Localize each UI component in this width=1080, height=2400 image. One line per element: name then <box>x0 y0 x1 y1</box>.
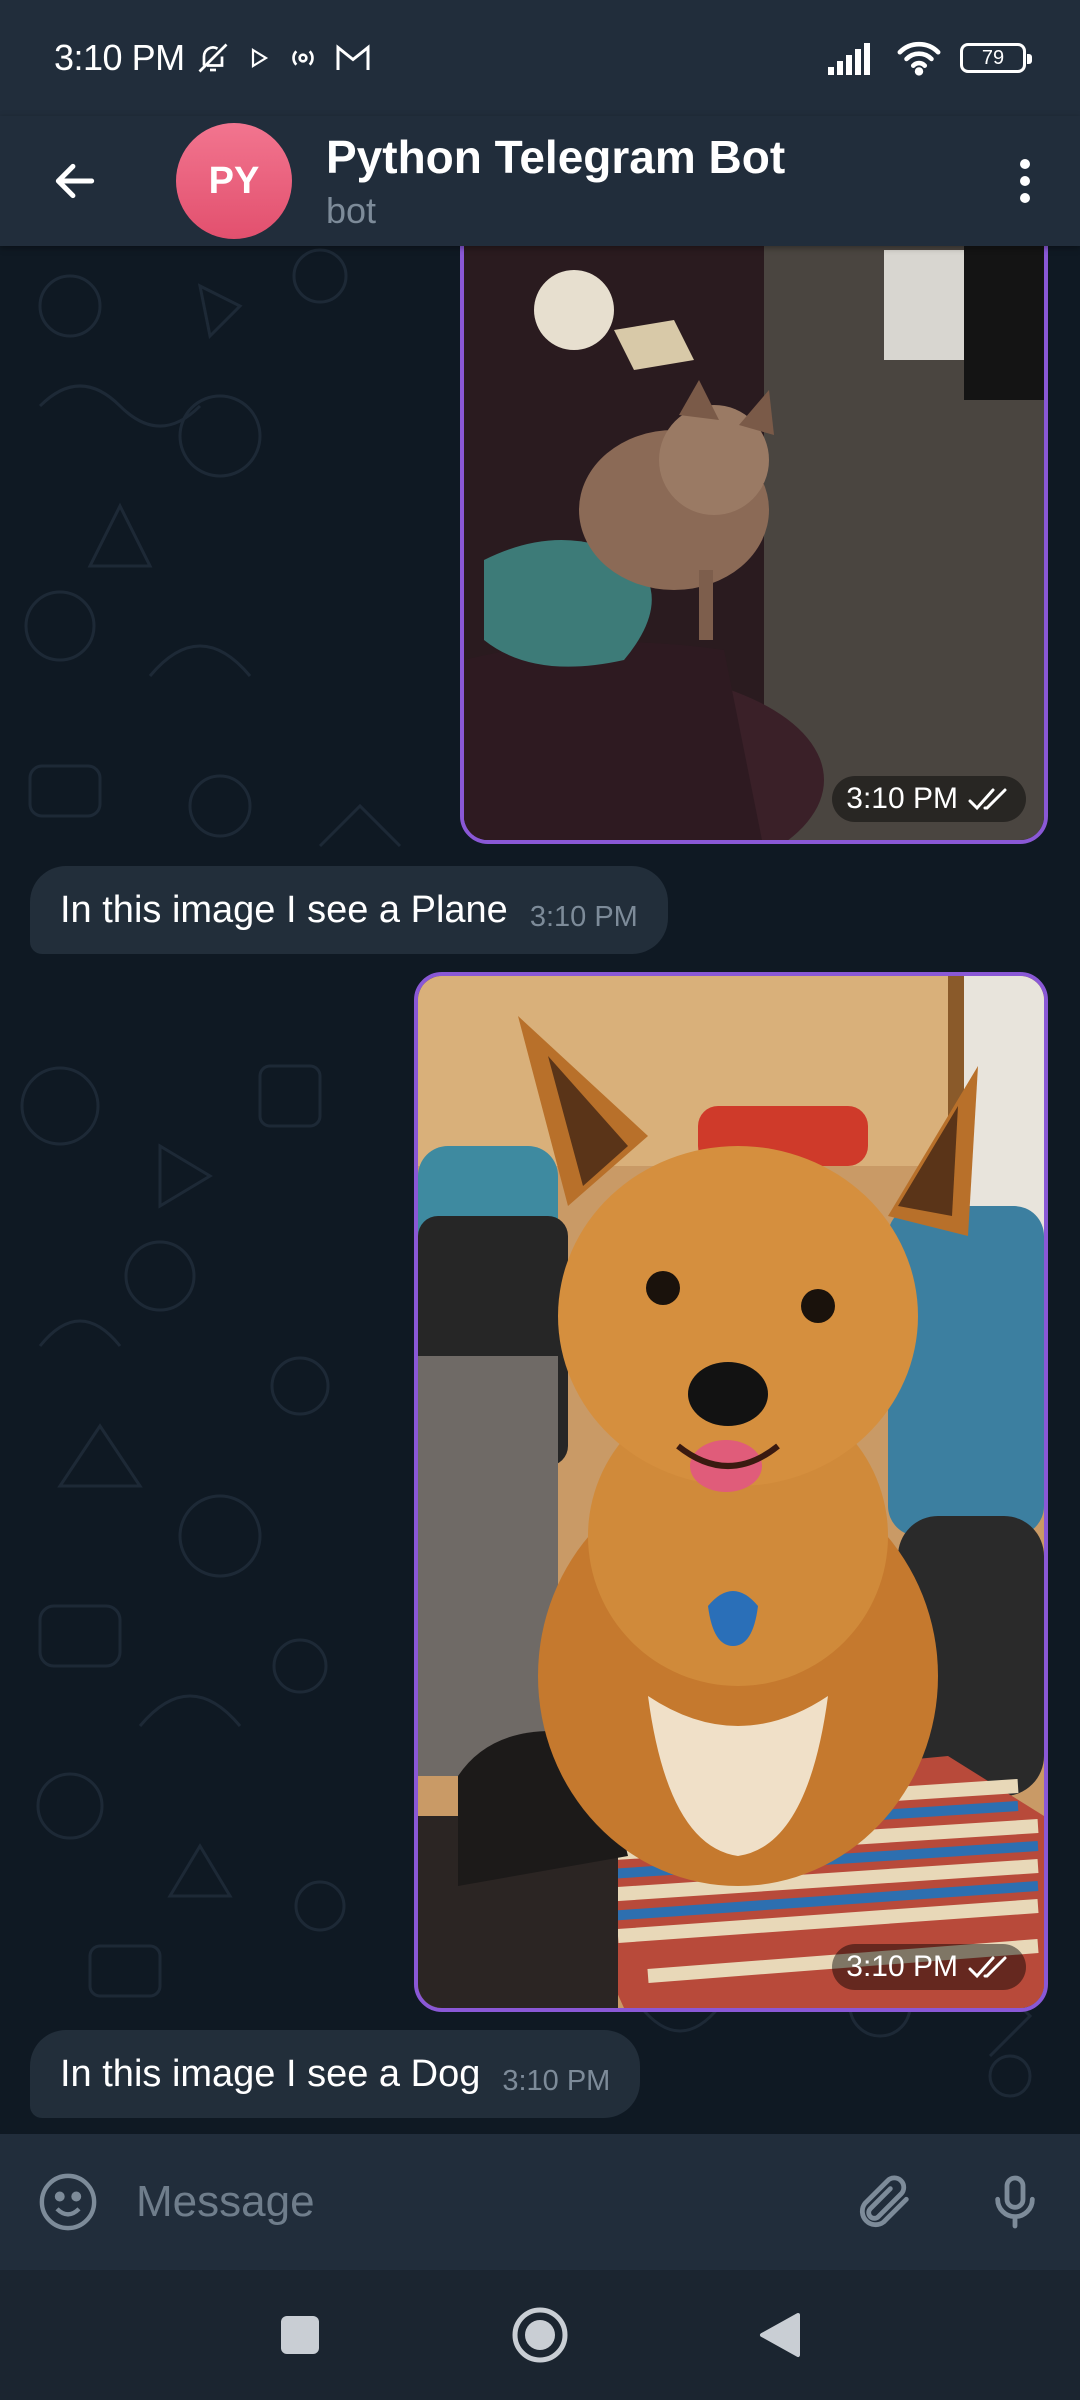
avatar-initials: PY <box>208 159 260 202</box>
battery-icon: 79 <box>960 43 1032 73</box>
gmail-icon <box>336 44 370 70</box>
photo-message[interactable]: 3:10 PM <box>414 972 1048 2012</box>
message-time: 3:10 PM <box>846 782 958 815</box>
chat-subtitle: bot <box>326 190 377 231</box>
text-message[interactable]: In this image I see a Dog 3:10 PM <box>30 2030 641 2118</box>
text-message[interactable]: In this image I see a Plane 3:10 PM <box>30 866 668 954</box>
emoji-button[interactable] <box>0 2134 136 2270</box>
back-nav-button[interactable] <box>745 2300 815 2370</box>
play-icon <box>251 48 268 68</box>
status-time: 3:10 PM <box>54 37 185 78</box>
message-text: In this image I see a Dog <box>60 2052 481 2095</box>
back-arrow-icon <box>55 163 95 199</box>
system-nav-bar <box>0 2270 1080 2400</box>
photo-message[interactable]: 3:10 PM <box>460 246 1048 844</box>
double-check-icon <box>968 1956 1007 1979</box>
chat-area[interactable]: 3:10 PM In this image I see a Plane 3:10… <box>0 246 1080 2134</box>
square-icon <box>281 2316 319 2354</box>
message-input[interactable] <box>136 2177 820 2227</box>
mute-bell-icon <box>198 43 228 73</box>
attach-button[interactable] <box>820 2134 950 2270</box>
triangle-back-icon <box>760 2313 800 2357</box>
circle-icon <box>512 2307 568 2363</box>
double-check-icon <box>968 788 1007 811</box>
more-options-button[interactable] <box>970 116 1080 246</box>
message-time: 3:10 PM <box>502 2064 611 2097</box>
chat-header: PY Python Telegram Bot bot <box>0 116 1080 246</box>
broadcast-icon <box>291 50 314 66</box>
paperclip-icon <box>859 2175 909 2228</box>
recents-button[interactable] <box>265 2300 335 2370</box>
message-text: In this image I see a Plane <box>60 888 508 931</box>
emoji-icon <box>39 2173 97 2231</box>
battery-level: 79 <box>981 46 1005 69</box>
signal-icon <box>828 43 870 75</box>
status-bar: 3:10 PM 79 <box>0 0 1080 116</box>
microphone-icon <box>995 2175 1035 2229</box>
dog-photo-image <box>464 246 1044 840</box>
message-time: 3:10 PM <box>846 1950 958 1983</box>
avatar[interactable]: PY <box>176 123 292 239</box>
more-vert-icon <box>1020 159 1030 203</box>
home-button[interactable] <box>505 2300 575 2370</box>
message-input-bar <box>0 2134 1080 2270</box>
back-button[interactable] <box>0 116 150 246</box>
chat-info[interactable]: Python Telegram Bot bot <box>326 130 785 232</box>
wifi-icon <box>897 41 941 76</box>
dog-photo-image <box>418 976 1044 2008</box>
chat-title: Python Telegram Bot <box>326 131 786 183</box>
message-time: 3:10 PM <box>529 900 638 933</box>
voice-message-button[interactable] <box>950 2134 1080 2270</box>
